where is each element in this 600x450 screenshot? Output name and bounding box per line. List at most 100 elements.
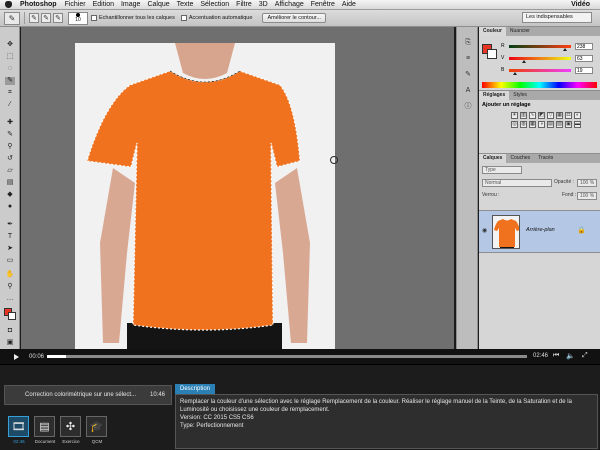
menu-window[interactable]: Fenêtre bbox=[311, 1, 335, 8]
hue-saturation-icon[interactable]: ▦ bbox=[556, 112, 563, 119]
selective-color-icon[interactable]: ▣ bbox=[565, 121, 572, 128]
blue-slider[interactable]: B 19 bbox=[501, 66, 596, 75]
posterize-icon[interactable]: ▤ bbox=[547, 121, 554, 128]
quick-selection-tool-preset-icon[interactable]: ✎ bbox=[4, 11, 20, 25]
history-brush-tool-icon[interactable]: ↺ bbox=[5, 155, 15, 163]
vibrance-icon[interactable]: ▽ bbox=[547, 112, 554, 119]
panel-background-swatch[interactable] bbox=[487, 49, 497, 59]
info-panel-icon[interactable]: ⓘ bbox=[462, 101, 474, 112]
blue-thumb-icon[interactable] bbox=[513, 72, 517, 75]
green-track[interactable] bbox=[509, 57, 571, 60]
channel-mixer-icon[interactable]: ◍ bbox=[520, 121, 527, 128]
tab-adjustments[interactable]: Réglages bbox=[479, 91, 510, 100]
threshold-icon[interactable]: ▨ bbox=[556, 121, 563, 128]
marquee-tool-icon[interactable]: ⬚ bbox=[5, 53, 15, 61]
curves-icon[interactable]: ∿ bbox=[529, 112, 536, 119]
menu-layer[interactable]: Calque bbox=[147, 1, 169, 8]
move-tool-icon[interactable]: ✥ bbox=[5, 41, 15, 49]
menu-help[interactable]: Aide bbox=[342, 1, 356, 8]
chapter-item[interactable]: Correction colorimétrique sur une sélect… bbox=[4, 385, 172, 405]
healing-brush-tool-icon[interactable]: ✚ bbox=[5, 119, 15, 127]
menu-view[interactable]: Affichage bbox=[275, 1, 304, 8]
photo-filter-icon[interactable]: ◎ bbox=[511, 121, 518, 128]
document-button[interactable]: ▤ Document bbox=[34, 416, 56, 444]
color-spectrum-bar[interactable] bbox=[482, 82, 597, 88]
blue-value-field[interactable]: 19 bbox=[575, 67, 593, 74]
path-selection-tool-icon[interactable]: ➤ bbox=[5, 245, 15, 253]
green-thumb-icon[interactable] bbox=[522, 60, 526, 63]
blend-mode-select[interactable]: Normal bbox=[482, 179, 552, 187]
menu-type[interactable]: Texte bbox=[177, 1, 194, 8]
levels-icon[interactable]: ▥ bbox=[520, 112, 527, 119]
app-name-menu[interactable]: Photoshop bbox=[20, 1, 57, 8]
tab-description[interactable]: Description bbox=[175, 384, 216, 394]
brush-size-picker[interactable]: 10 bbox=[68, 11, 88, 25]
fill-field[interactable]: 100 % bbox=[577, 192, 597, 200]
workspace-select[interactable]: Les indispensables bbox=[522, 12, 592, 23]
tab-layers[interactable]: Calques bbox=[479, 154, 507, 163]
play-icon[interactable] bbox=[14, 353, 19, 360]
brightness-contrast-icon[interactable]: ☀ bbox=[511, 112, 518, 119]
brush-tool-icon[interactable]: ✎ bbox=[5, 131, 15, 139]
fullscreen-icon[interactable]: ⤢ bbox=[582, 352, 588, 360]
eyedropper-tool-icon[interactable]: ⁄ bbox=[5, 101, 15, 109]
volume-icon[interactable]: 🔈 bbox=[566, 352, 575, 360]
shape-tool-icon[interactable]: ▭ bbox=[5, 257, 15, 265]
gradient-tool-icon[interactable]: ▤ bbox=[5, 179, 15, 187]
invert-icon[interactable]: ◑ bbox=[538, 121, 545, 128]
history-panel-icon[interactable]: ⎘ bbox=[462, 37, 474, 48]
previous-chapter-icon[interactable]: ⏮ bbox=[553, 352, 559, 360]
menu-3d[interactable]: 3D bbox=[259, 1, 268, 8]
dodge-tool-icon[interactable]: ● bbox=[5, 203, 15, 211]
blur-tool-icon[interactable]: ◆ bbox=[5, 191, 15, 199]
opacity-field[interactable]: 100 % bbox=[577, 179, 597, 187]
auto-enhance-checkbox[interactable]: Accentuation automatique bbox=[180, 15, 252, 21]
brush-panel-icon[interactable]: ✎ bbox=[462, 69, 474, 80]
menu-filter[interactable]: Filtre bbox=[236, 1, 252, 8]
lasso-tool-icon[interactable]: ◌ bbox=[5, 65, 15, 73]
quick-selection-tool-icon[interactable]: ✎ bbox=[5, 77, 15, 85]
properties-panel-icon[interactable]: ≡ bbox=[462, 53, 474, 64]
layer-row-background[interactable]: ◉ Arrière-plan 🔒 bbox=[479, 210, 600, 253]
exposure-icon[interactable]: ◩ bbox=[538, 112, 545, 119]
blue-track[interactable] bbox=[509, 69, 571, 72]
red-thumb-icon[interactable] bbox=[563, 48, 567, 51]
add-to-selection-brush-icon[interactable]: ✎ bbox=[41, 13, 51, 23]
exercise-button[interactable]: ✣ Exercice bbox=[60, 416, 82, 444]
tab-paths[interactable]: Tracés bbox=[534, 154, 557, 163]
layer-filter-select[interactable]: Type bbox=[482, 166, 522, 174]
red-track[interactable] bbox=[509, 45, 571, 48]
zoom-tool-icon[interactable]: ⚲ bbox=[5, 283, 15, 291]
apple-icon[interactable] bbox=[5, 1, 12, 8]
progress-bar[interactable] bbox=[47, 355, 527, 358]
type-tool-icon[interactable]: T bbox=[5, 233, 15, 241]
color-lookup-icon[interactable]: ▦ bbox=[529, 121, 536, 128]
more-tools-icon[interactable]: … bbox=[5, 295, 15, 303]
black-white-icon[interactable]: ◐ bbox=[574, 112, 581, 119]
crop-tool-icon[interactable]: ⌗ bbox=[5, 89, 15, 97]
screen-mode-icon[interactable]: ▣ bbox=[5, 339, 15, 347]
tab-color[interactable]: Couleur bbox=[479, 27, 506, 36]
document-canvas[interactable] bbox=[75, 43, 335, 349]
tab-swatches[interactable]: Nuancier bbox=[506, 27, 534, 36]
eraser-tool-icon[interactable]: ▱ bbox=[5, 167, 15, 175]
gradient-map-icon[interactable]: ▬ bbox=[574, 121, 581, 128]
sample-all-layers-checkbox[interactable]: Echantillonner tous les calques bbox=[91, 15, 175, 21]
character-panel-icon[interactable]: A bbox=[462, 85, 474, 96]
quiz-button[interactable]: 🎓 QCM bbox=[86, 416, 108, 444]
tab-channels[interactable]: Couches bbox=[506, 154, 534, 163]
menu-edit[interactable]: Edition bbox=[93, 1, 114, 8]
menu-select[interactable]: Sélection bbox=[200, 1, 229, 8]
menu-file[interactable]: Fichier bbox=[65, 1, 86, 8]
subtract-from-selection-brush-icon[interactable]: ✎ bbox=[53, 13, 63, 23]
hand-tool-icon[interactable]: ✋ bbox=[5, 271, 15, 279]
green-value-field[interactable]: 63 bbox=[575, 55, 593, 62]
visibility-eye-icon[interactable]: ◉ bbox=[482, 227, 487, 234]
color-balance-icon[interactable]: ⚖ bbox=[565, 112, 572, 119]
pen-tool-icon[interactable]: ✒ bbox=[5, 221, 15, 229]
green-slider[interactable]: V 63 bbox=[501, 54, 596, 63]
quick-mask-icon[interactable]: ◘ bbox=[5, 327, 15, 335]
red-slider[interactable]: R 238 bbox=[501, 42, 596, 51]
clone-stamp-tool-icon[interactable]: ⚲ bbox=[5, 143, 15, 151]
red-value-field[interactable]: 238 bbox=[575, 43, 593, 50]
